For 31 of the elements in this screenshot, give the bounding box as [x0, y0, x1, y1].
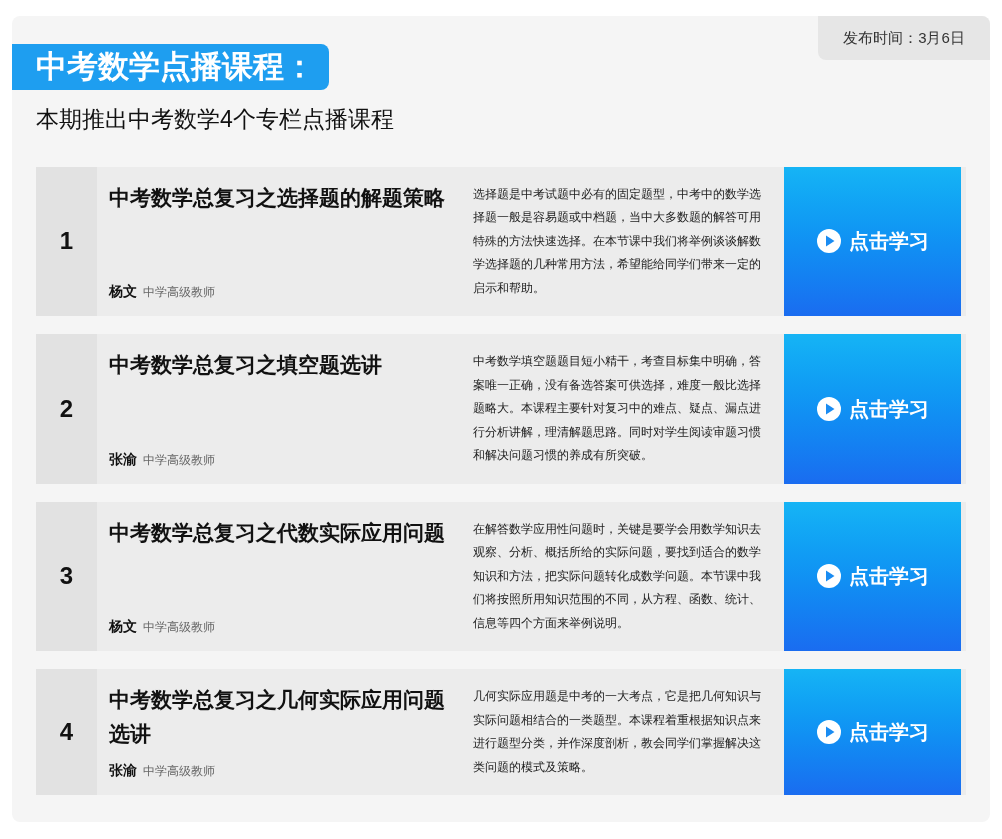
course-description: 几何实际应用题是中考的一大考点，它是把几何知识与实际问题相结合的一类题型。本课程着重根据知识点来进行题型分类，并作深度剖析，教会同学们掌握解决这类问题的模式及策略。	[473, 688, 762, 776]
study-button[interactable]: 点击学习	[784, 334, 961, 484]
course-description: 在解答数学应用性问题时，关键是要学会用数学知识去观察、分析、概括所给的实际问题，要找到适合的数学知识和方法，把实际问题转化成数学问题。本节课中我们将按照所用知识范围的不同，从方程、函数、统计、信息等四个方面来举例说明。	[473, 520, 762, 632]
course-title: 中考数学总复习之选择题的解题策略	[109, 184, 446, 211]
play-icon	[816, 229, 841, 254]
teacher-name: 杨文	[109, 617, 137, 636]
teacher-name: 张渝	[109, 761, 137, 780]
section-heading: 中考数学点播课程：	[12, 44, 329, 90]
play-icon	[816, 396, 841, 421]
teacher-title: 中学高级教师	[143, 451, 215, 469]
course-number: 1	[36, 166, 97, 316]
study-button[interactable]: 点击学习	[784, 166, 961, 316]
course-number: 2	[36, 334, 97, 484]
subtitle: 本期推出中考数学4个专栏点播课程	[36, 105, 395, 134]
teacher-title: 中学高级教师	[143, 619, 215, 636]
course-title: 中考数学总复习之几何实际应用问题选讲	[109, 687, 446, 747]
teacher-name: 张渝	[109, 449, 137, 469]
play-icon	[816, 564, 841, 589]
teacher-title: 中学高级教师	[143, 763, 215, 780]
course-number: 4	[36, 669, 97, 795]
publish-time: 发布时间：3月6日	[818, 16, 990, 60]
play-icon	[816, 720, 841, 744]
course-title: 中考数学总复习之代数实际应用问题	[109, 519, 446, 546]
teacher-title: 中学高级教师	[143, 284, 215, 301]
study-button[interactable]: 点击学习	[784, 501, 961, 651]
study-button[interactable]: 点击学习	[784, 669, 961, 795]
course-number: 3	[36, 501, 97, 651]
teacher-name: 杨文	[109, 282, 137, 301]
course-description: 中考数学填空题题目短小精干，考查目标集中明确，答案唯一正确，没有备选答案可供选择，难度一般比选择题略大。本课程主要针对复习中的难点、疑点、漏点进行分析讲解，理清解题思路。同时对学生阅读审题习惯和解决问题习惯的养成有所突破。	[473, 353, 762, 464]
course-description: 选择题是中考试题中必有的固定题型，中考中的数学选择题一般是容易题或中档题，当中大多数题的解答可用特殊的方法快速选择。在本节课中我们将举例谈谈解数学选择题的几种常用方法，希望能给同学们带来一定的启示和帮助。	[473, 185, 762, 297]
course-title: 中考数学总复习之填空题选讲	[109, 352, 383, 378]
